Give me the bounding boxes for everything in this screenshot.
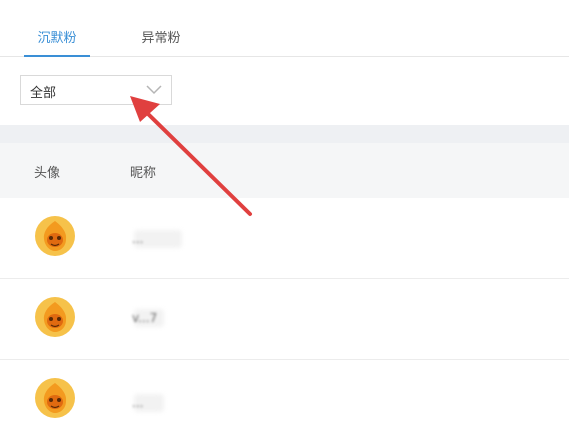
filter-select-value: 全部 bbox=[30, 86, 57, 101]
column-header-nickname: 昵称 bbox=[130, 166, 157, 181]
avatar bbox=[35, 216, 75, 256]
tab-bar: 沉默粉 异常粉 bbox=[0, 0, 569, 57]
nickname: ... bbox=[132, 396, 144, 410]
avatar bbox=[35, 297, 75, 337]
filter-select[interactable]: 全部 bbox=[20, 75, 172, 105]
nickname: ... bbox=[132, 232, 144, 246]
avatar bbox=[35, 378, 75, 418]
section-divider bbox=[0, 125, 569, 143]
nickname: v...7 bbox=[132, 311, 158, 325]
column-header-avatar: 头像 bbox=[34, 166, 61, 181]
table-row[interactable]: v...7 bbox=[0, 279, 569, 360]
table-row[interactable]: ... bbox=[0, 198, 569, 279]
tab-abnormal-fans[interactable]: 异常粉 bbox=[120, 0, 202, 56]
table-header: 头像 昵称 bbox=[0, 143, 569, 198]
chevron-down-icon bbox=[146, 85, 162, 95]
tab-silent-fans[interactable]: 沉默粉 bbox=[24, 0, 90, 57]
table-row[interactable]: ... bbox=[0, 360, 569, 440]
